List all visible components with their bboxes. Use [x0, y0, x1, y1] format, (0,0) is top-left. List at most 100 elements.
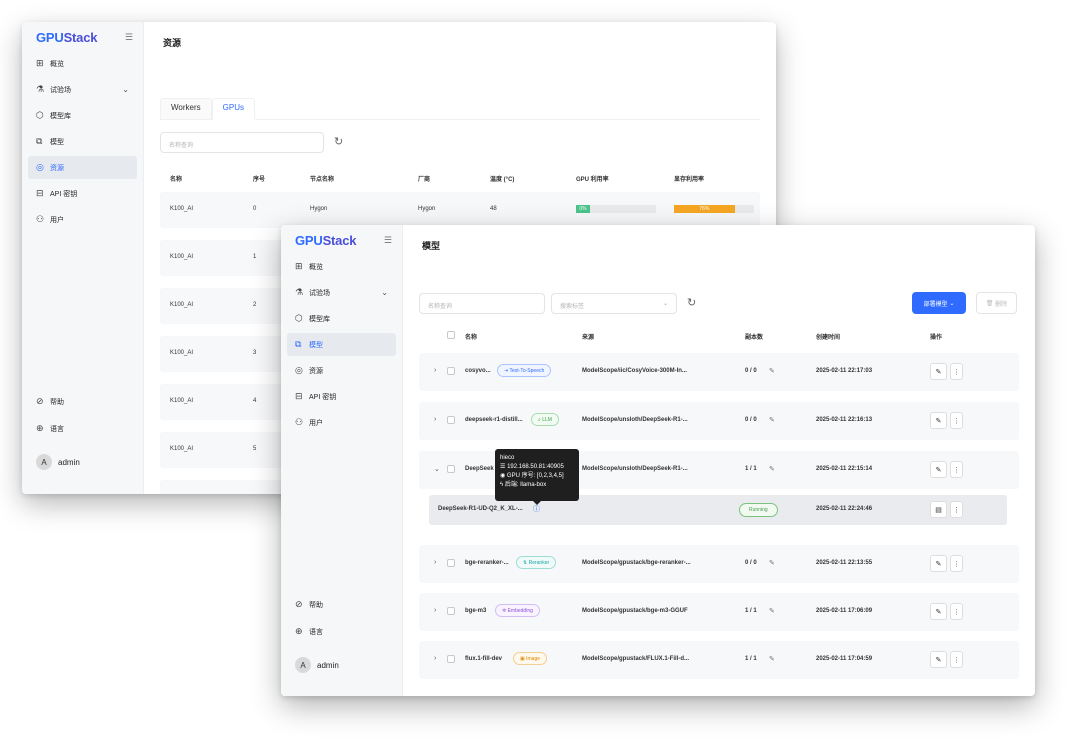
expand-icon[interactable]: ›: [434, 416, 436, 423]
model-name[interactable]: cosyvo...: [465, 368, 491, 374]
column-header[interactable]: 名称: [465, 332, 477, 341]
search-input[interactable]: 名称查询: [419, 293, 545, 314]
row-checkbox[interactable]: [447, 607, 455, 615]
edit-replicas-icon[interactable]: ✎: [769, 416, 775, 424]
expand-icon[interactable]: ›: [434, 607, 436, 614]
replica-count: 0 / 0: [745, 368, 757, 374]
sidebar-item-model-catalog[interactable]: ⬡ 模型库: [28, 104, 137, 127]
edit-button[interactable]: ✎: [930, 363, 947, 380]
tab-workers[interactable]: Workers: [160, 98, 212, 119]
sidebar-item-playground[interactable]: ⚗ 试验场 ⌄: [28, 78, 137, 101]
model-name[interactable]: flux.1-fill-dev: [465, 656, 502, 662]
select-all-checkbox[interactable]: [447, 331, 455, 339]
help-button[interactable]: ⊘ 帮助: [28, 390, 137, 413]
table-row[interactable]: › cosyvo... ⇥ Text-To-Speech ModelScope/…: [419, 353, 1019, 391]
table-row[interactable]: › flux.1-fill-dev ▣ Image ModelScope/gpu…: [419, 641, 1019, 679]
model-name[interactable]: bge-reranker-...: [465, 560, 509, 566]
more-actions-button[interactable]: ⋮: [950, 412, 963, 429]
column-header[interactable]: 来源: [582, 332, 594, 341]
table-row[interactable]: › bge-reranker-... ⇅ Reranker ModelScope…: [419, 545, 1019, 583]
brand-part1: GPU: [295, 233, 323, 248]
edit-replicas-icon[interactable]: ✎: [769, 465, 775, 473]
brand-logo[interactable]: GPUStack: [36, 30, 97, 45]
refresh-icon[interactable]: ↻: [334, 135, 343, 148]
column-header[interactable]: 温度 (°C): [490, 174, 514, 183]
refresh-icon[interactable]: ↻: [687, 296, 696, 309]
edit-button[interactable]: ✎: [930, 461, 947, 478]
edit-replicas-icon[interactable]: ✎: [769, 655, 775, 663]
column-header[interactable]: GPU 利用率: [576, 174, 609, 183]
sidebar-item-model-catalog[interactable]: ⬡ 模型库: [287, 307, 396, 330]
sidebar-item-api-keys[interactable]: ⊟ API 密钥: [28, 182, 137, 205]
table-row[interactable]: › bge-m3 ✲ Embedding ModelScope/gpustack…: [419, 593, 1019, 631]
edit-button[interactable]: ✎: [930, 651, 947, 668]
model-name[interactable]: bge-m3: [465, 608, 486, 614]
sidebar-item-resources[interactable]: ◎ 资源: [287, 359, 396, 382]
sidebar-item-models[interactable]: ⧉ 模型: [287, 333, 396, 356]
edit-replicas-icon[interactable]: ✎: [769, 607, 775, 615]
help-button[interactable]: ⊘ 帮助: [287, 593, 396, 616]
column-header[interactable]: 节点名称: [310, 174, 334, 183]
expand-icon[interactable]: ›: [434, 559, 436, 566]
expand-icon[interactable]: ›: [434, 655, 436, 662]
deploy-model-button[interactable]: 部署模型 ⌄: [912, 292, 966, 314]
sidebar-item-overview[interactable]: ⊞ 概览: [287, 255, 396, 278]
column-header[interactable]: 操作: [930, 332, 942, 341]
language-button[interactable]: ⊕ 语言: [287, 620, 396, 643]
status-badge: Running: [739, 503, 778, 517]
row-checkbox[interactable]: [447, 559, 455, 567]
edit-button[interactable]: ✎: [930, 555, 947, 572]
column-header[interactable]: 显存利用率: [674, 174, 704, 183]
model-name[interactable]: deepseek-r1-distill...: [465, 417, 523, 423]
sidebar-item-users[interactable]: ⚇ 用户: [28, 208, 137, 231]
gpu-name: K100_AI: [170, 254, 194, 260]
expand-icon[interactable]: ›: [434, 367, 436, 374]
edit-button[interactable]: ✎: [930, 603, 947, 620]
sidebar-item-overview[interactable]: ⊞ 概览: [28, 52, 137, 75]
edit-replicas-icon[interactable]: ✎: [769, 559, 775, 567]
column-header[interactable]: 厂商: [418, 174, 430, 183]
sidebar-item-models[interactable]: ⧉ 模型: [28, 130, 137, 153]
collapse-sidebar-icon[interactable]: ☰: [384, 235, 392, 246]
info-icon[interactable]: ⓘ: [533, 504, 540, 514]
row-checkbox[interactable]: [447, 465, 455, 473]
help-icon: ⊘: [295, 599, 303, 609]
tag-filter-select[interactable]: 搜索标签 ⌄: [551, 293, 677, 314]
sidebar-item-playground[interactable]: ⚗ 试验场 ⌄: [287, 281, 396, 304]
search-input[interactable]: 名称查询: [160, 132, 324, 153]
user-menu[interactable]: Aadmin: [28, 454, 137, 470]
row-checkbox[interactable]: [447, 367, 455, 375]
table-row[interactable]: K100_AI 0 Hygon Hygon 48 0% 76%: [160, 192, 760, 228]
collapse-sidebar-icon[interactable]: ☰: [125, 32, 133, 43]
replica-count: 1 / 1: [745, 466, 757, 472]
edit-button[interactable]: ✎: [930, 412, 947, 429]
model-icon: ⧉: [295, 339, 302, 349]
user-menu[interactable]: Aadmin: [287, 657, 396, 673]
column-header[interactable]: 创建时间: [816, 332, 840, 341]
more-actions-button[interactable]: ⋮: [950, 501, 963, 518]
row-checkbox[interactable]: [447, 416, 455, 424]
column-header[interactable]: 名称: [170, 174, 182, 183]
brand-logo[interactable]: GPUStack: [295, 233, 356, 248]
logs-button[interactable]: ▤: [930, 501, 947, 518]
more-actions-button[interactable]: ⋮: [950, 651, 963, 668]
more-actions-button[interactable]: ⋮: [950, 555, 963, 572]
row-checkbox[interactable]: [447, 655, 455, 663]
more-actions-button[interactable]: ⋮: [950, 363, 963, 380]
column-header[interactable]: 副本数: [745, 332, 763, 341]
sidebar-item-api-keys[interactable]: ⊟ API 密钥: [287, 385, 396, 408]
edit-replicas-icon[interactable]: ✎: [769, 367, 775, 375]
more-actions-button[interactable]: ⋮: [950, 603, 963, 620]
models-window: GPUStack ☰ ⊞ 概览 ⚗ 试验场 ⌄ ⬡ 模型库 ⧉ 模型 ◎ 资源 ⊟ API 密…: [281, 225, 1035, 696]
delete-button[interactable]: 🗑 删除: [976, 292, 1017, 314]
column-header[interactable]: 序号: [253, 174, 265, 183]
sidebar-item-resources[interactable]: ◎ 资源: [28, 156, 137, 179]
collapse-icon[interactable]: ⌄: [434, 465, 440, 473]
language-button[interactable]: ⊕ 语言: [28, 417, 137, 440]
sidebar-item-users[interactable]: ⚇ 用户: [287, 411, 396, 434]
help-icon: ⊘: [36, 396, 44, 406]
model-name[interactable]: DeepSeek: [465, 466, 494, 472]
more-actions-button[interactable]: ⋮: [950, 461, 963, 478]
tab-gpus[interactable]: GPUs: [211, 98, 255, 120]
table-row[interactable]: › deepseek-r1-distill... ⌕ LLM ModelScop…: [419, 402, 1019, 440]
